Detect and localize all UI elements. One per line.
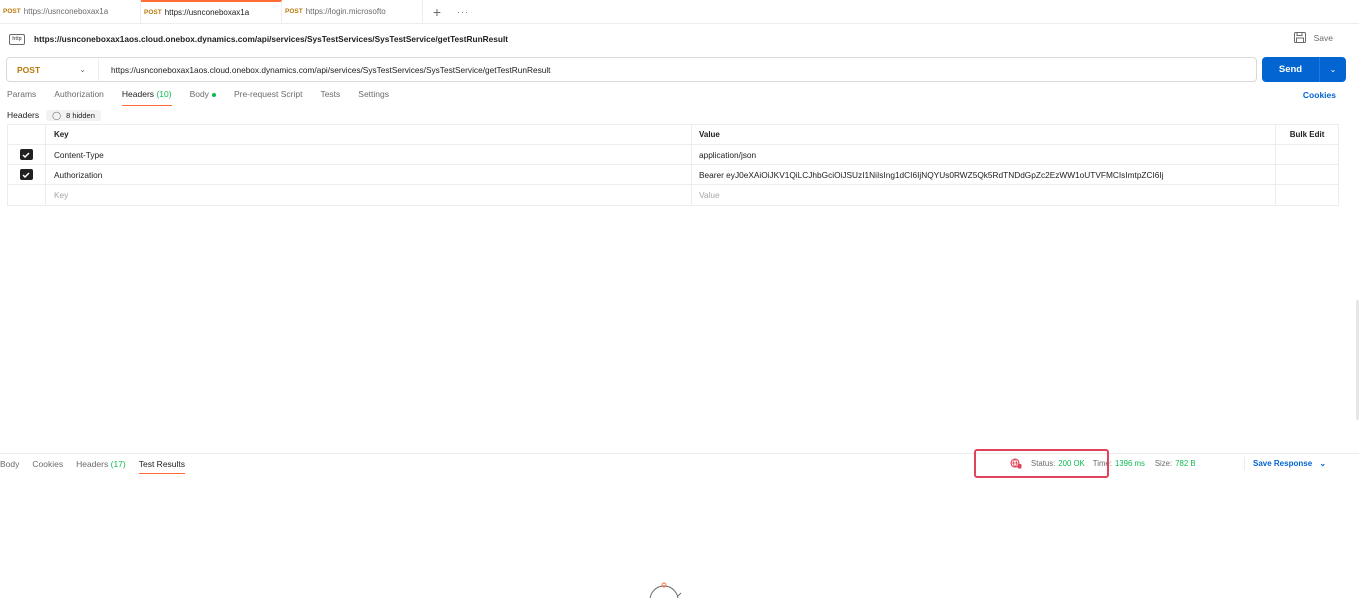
send-button[interactable]: Send ⌄ (1262, 57, 1346, 82)
method-label: POST (17, 64, 41, 75)
header-key-cell[interactable]: Authorization (46, 165, 692, 184)
send-label: Send (1278, 64, 1303, 75)
response-tab-test-results[interactable]: Test Results (138, 459, 186, 474)
bulk-edit-button[interactable]: Bulk Edit (1276, 125, 1338, 144)
new-key-input[interactable]: Key (46, 185, 692, 205)
request-title[interactable]: https://usnconeboxax1aos.cloud.onebox.dy… (34, 34, 508, 44)
tab-params[interactable]: Params (7, 89, 36, 105)
column-header-key: Key (46, 125, 692, 144)
request-tab-1[interactable]: POST https://usnconeboxax1a (0, 0, 141, 23)
http-icon: http (9, 33, 25, 45)
request-tabs: Params Authorization Headers (10) Body P… (7, 89, 407, 106)
request-tab-strip: POST https://usnconeboxax1a POST https:/… (0, 0, 1359, 24)
headers-table: Key Value Bulk Edit Content-Type applica… (7, 124, 1339, 206)
request-tab-2[interactable]: POST https://usnconeboxax1a (141, 0, 282, 23)
checkmark-icon (22, 151, 30, 158)
request-tab-3[interactable]: POST https://login.microsofto (282, 0, 423, 23)
table-row: Content-Type application/json (8, 145, 1338, 165)
header-value-cell[interactable]: Bearer eyJ0eXAiOiJKV1QiLCJhbGciOiJSUzI1N… (692, 165, 1277, 184)
tab-authorization[interactable]: Authorization (54, 89, 104, 105)
checkbox-column-header (8, 125, 46, 144)
eye-icon: ◯ (52, 110, 62, 120)
row-checkbox[interactable] (19, 149, 33, 160)
request-bar: POST ⌄ https://usnconeboxax1aos.cloud.on… (6, 57, 1257, 82)
table-header-row: Key Value Bulk Edit (8, 125, 1338, 145)
table-row-empty: Key Value (8, 185, 1338, 205)
body-indicator-dot (211, 92, 216, 97)
headers-label-row: Headers ◯ 8 hidden (7, 109, 101, 121)
size-label: Size: (1154, 459, 1173, 468)
row-checkbox[interactable] (19, 169, 33, 180)
save-icon (1293, 32, 1306, 43)
chevron-down-icon: ⌄ (79, 65, 86, 74)
tab-headers-label: Headers (121, 89, 155, 99)
tab-body-label: Body (189, 89, 209, 99)
tab-body[interactable]: Body (190, 89, 216, 105)
column-header-value: Value (692, 125, 1277, 144)
tab-url: https://usnconeboxax1a (23, 7, 109, 16)
header-key-cell[interactable]: Content-Type (46, 145, 692, 164)
header-value-cell[interactable]: application/json (692, 145, 1277, 164)
request-title-row: http https://usnconeboxax1aos.cloud.oneb… (9, 31, 508, 47)
save-label: Save (1313, 32, 1333, 43)
save-button[interactable]: Save (1293, 32, 1333, 43)
hidden-headers-toggle[interactable]: ◯ 8 hidden (46, 109, 101, 121)
method-select[interactable]: POST ⌄ (7, 58, 99, 81)
tab-method: POST (144, 9, 162, 16)
time-value[interactable]: 1396 ms (1115, 459, 1145, 468)
new-tab-button[interactable]: + (423, 0, 451, 23)
cookies-link[interactable]: Cookies (1303, 90, 1336, 100)
hidden-count: 8 hidden (66, 110, 95, 120)
checkmark-icon (22, 171, 30, 178)
response-headers-count: (17) (110, 459, 126, 469)
tab-prerequest-script[interactable]: Pre-request Script (234, 89, 303, 105)
tab-tests[interactable]: Tests (320, 89, 340, 105)
more-tabs-icon[interactable]: ··· (451, 0, 475, 23)
response-headers-label: Headers (76, 459, 109, 469)
response-tab-body[interactable]: Body (0, 459, 19, 473)
tab-headers-count: (10) (156, 89, 172, 99)
response-tab-cookies[interactable]: Cookies (32, 459, 63, 473)
save-response-button[interactable]: Save Response ⌄ (1253, 459, 1326, 468)
tab-settings[interactable]: Settings (358, 89, 389, 105)
tab-url: https://login.microsofto (305, 7, 386, 16)
table-row: Authorization Bearer eyJ0eXAiOiJKV1QiLCJ… (8, 165, 1338, 185)
tab-url: https://usnconeboxax1a (164, 8, 250, 17)
tab-method: POST (3, 8, 21, 15)
status-highlight-box (974, 449, 1109, 478)
headers-label: Headers (7, 110, 40, 120)
tab-method: POST (285, 8, 303, 15)
save-response-label: Save Response (1253, 459, 1313, 468)
new-value-input[interactable]: Value (692, 185, 1277, 205)
chevron-down-icon: ⌄ (1319, 459, 1327, 468)
empty-state-illustration (649, 582, 682, 598)
response-tabs: Body Cookies Headers (17) Test Results (0, 459, 198, 474)
size-value[interactable]: 782 B (1175, 459, 1195, 468)
tab-headers[interactable]: Headers (10) (121, 89, 172, 106)
chevron-down-icon[interactable]: ⌄ (1320, 65, 1346, 74)
response-tab-headers[interactable]: Headers (17) (76, 459, 126, 473)
url-input[interactable]: https://usnconeboxax1aos.cloud.onebox.dy… (99, 65, 550, 75)
